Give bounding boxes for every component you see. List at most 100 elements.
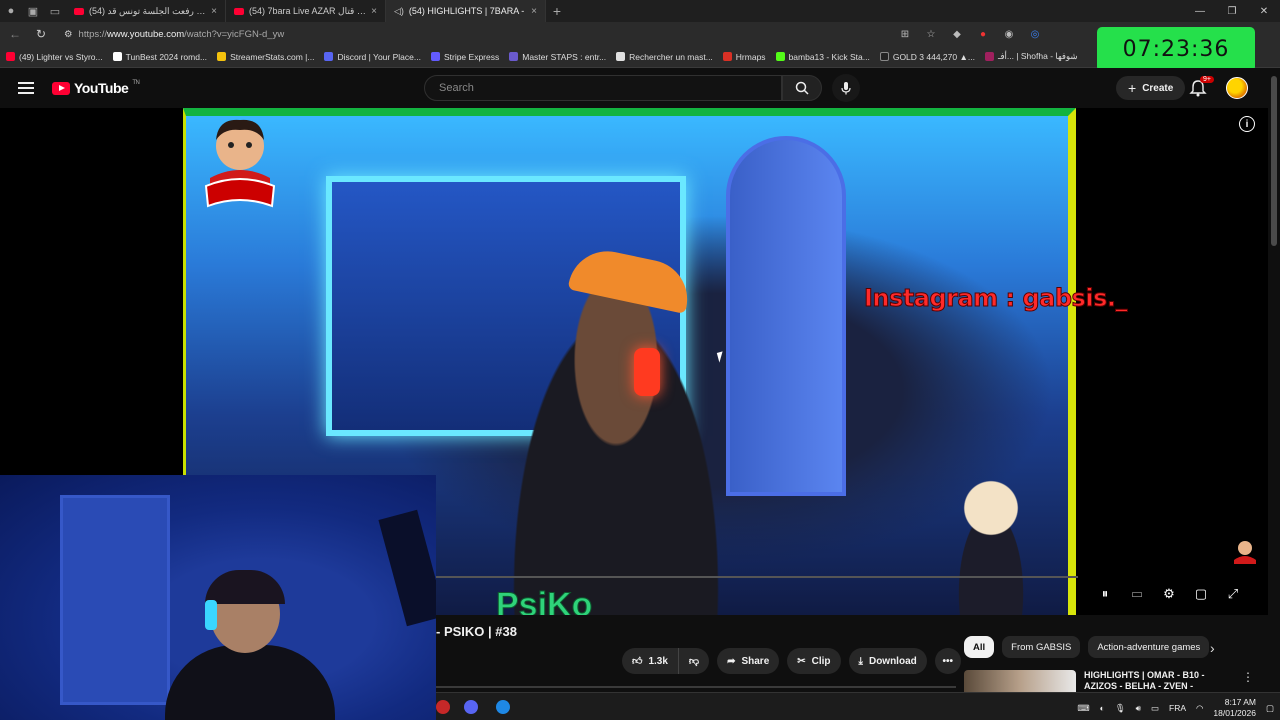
bookmark-item[interactable]: bamba13 - Kick Sta... (775, 52, 870, 62)
browser-tab-3-active[interactable]: ◁) (54) HIGHLIGHTS | 7BARA - × (386, 0, 546, 22)
microphone-icon (841, 82, 851, 95)
workspaces-icon[interactable]: ▣ (22, 0, 44, 22)
language-indicator[interactable]: FRA (1169, 703, 1186, 713)
recommended-video-item[interactable]: HIGHLIGHTS | OMAR - B10 - AZIZOS - BELHA… (964, 670, 1264, 692)
share-arrow-icon: ➦ (727, 655, 736, 667)
microphone-tray-icon[interactable]: 🎙︎ (1115, 703, 1126, 714)
bookmark-star-icon[interactable]: ☆ (922, 27, 940, 41)
dislike-button[interactable]: 👎︎ (678, 648, 710, 674)
browser-tab-1[interactable]: (54) برنامج رفعت الجلسة تونس قد... × (66, 0, 226, 22)
minimize-icon[interactable]: — (1184, 6, 1216, 17)
gabsis-logo-icon (204, 119, 276, 208)
volume-icon[interactable]: 🔊︎ (1136, 703, 1141, 714)
create-button[interactable]: + Create (1116, 76, 1186, 100)
bookmark-favicon-icon (722, 52, 732, 61)
extension-3-icon[interactable]: ◉ (1000, 27, 1018, 41)
channel-watermark-icon[interactable] (1230, 538, 1260, 564)
close-tab-icon[interactable]: × (371, 6, 377, 17)
clip-button[interactable]: ✂ Clip (787, 648, 841, 674)
page-scrollbar[interactable] (1268, 68, 1280, 692)
thumbs-up-icon: 👍︎ (632, 656, 643, 667)
profile-icon[interactable]: ● (0, 0, 22, 22)
close-tab-icon[interactable]: × (531, 6, 537, 17)
restore-icon[interactable]: ❐ (1216, 6, 1248, 17)
extension-2-icon[interactable]: ● (974, 27, 992, 41)
recommended-video-title[interactable]: HIGHLIGHTS | OMAR - B10 - AZIZOS - BELHA… (1084, 670, 1234, 692)
bookmark-item[interactable]: (49) Lighter vs Styro... (6, 52, 103, 62)
system-tray: ⌨ ◐ 🎙︎ 🔊︎ ▭ FRA ◠ 8:17 AM 18/01/2026 ▢ (1077, 697, 1274, 719)
reload-icon[interactable]: ↻ (32, 27, 50, 41)
bookmark-item[interactable]: GOLD 3 444,270 ▲... (879, 52, 975, 62)
close-window-icon[interactable]: ✕ (1248, 6, 1280, 17)
keyboard-icon[interactable]: ⌨ (1077, 703, 1089, 714)
share-button[interactable]: ➦ Share (717, 648, 780, 674)
bookmark-item[interactable]: TunBest 2024 romd... (112, 52, 207, 62)
taskbar-app-red-icon[interactable] (436, 700, 450, 714)
bookmark-item[interactable]: Rechercher un mast... (616, 52, 713, 62)
taskbar-app-discord-icon[interactable] (464, 700, 478, 714)
video-progress-bar[interactable] (436, 576, 1078, 578)
bookmark-item[interactable]: Stripe Express (430, 52, 499, 62)
close-tab-icon[interactable]: × (211, 6, 217, 17)
bookmark-favicon-icon (509, 52, 519, 61)
bookmark-favicon-icon (616, 52, 626, 61)
chip-action-adventure[interactable]: Action-adventure games (1088, 636, 1210, 658)
youtube-logo[interactable]: YouTube TN (52, 80, 140, 96)
webcam-background-door (60, 495, 170, 705)
install-app-icon[interactable]: ⊞ (896, 27, 914, 41)
os-taskbar: ⌨ ◐ 🎙︎ 🔊︎ ▭ FRA ◠ 8:17 AM 18/01/2026 ▢ (436, 692, 1280, 720)
theater-mode-icon[interactable]: ▢ (1192, 586, 1210, 602)
like-button[interactable]: 👍︎ 1.3k (622, 648, 679, 674)
info-icon[interactable]: i (1239, 116, 1255, 132)
taskbar-app-browser-icon[interactable] (496, 700, 510, 714)
youtube-favicon-icon (234, 7, 244, 15)
browser-tab-2[interactable]: (54) 7bara Live AZAR لقطات قتال... × (226, 0, 386, 22)
bookmark-item[interactable]: Hrmaps (722, 52, 766, 62)
account-avatar[interactable] (1226, 77, 1248, 99)
bookmark-favicon-icon (430, 52, 440, 61)
battery-icon[interactable]: ▭ (1151, 703, 1159, 714)
recommended-video-thumbnail[interactable] (964, 670, 1076, 692)
tab-actions-icon[interactable]: ▭ (44, 0, 66, 22)
more-actions-button[interactable]: ••• (934, 648, 961, 674)
subtitles-icon[interactable]: ▭ (1128, 586, 1146, 602)
stream-timer-overlay: 07:23:36 (1097, 27, 1255, 72)
more-vertical-icon[interactable]: ⋮ (1242, 670, 1254, 692)
notification-center-icon[interactable]: ▢ (1266, 703, 1274, 714)
bookmark-favicon-icon (217, 52, 227, 61)
scrollbar-thumb[interactable] (1271, 76, 1277, 246)
url-field[interactable]: ⚙ https://www.youtube.com/watch?v=yicFGN… (58, 25, 878, 43)
red-headphone-light (634, 348, 660, 396)
youtube-header: YouTube TN Search + Create 9+ (0, 68, 1280, 108)
extension-1-icon[interactable]: ◆ (948, 27, 966, 41)
autoplay-toggle-icon[interactable]: ⏸ (1096, 586, 1114, 602)
speaker-icon[interactable]: ◁) (394, 6, 404, 17)
chevron-right-icon[interactable]: › (1210, 640, 1215, 656)
chip-all[interactable]: All (964, 636, 995, 658)
chip-from-channel[interactable]: From GABSIS (1002, 636, 1081, 658)
settings-gear-icon[interactable]: ⚙ (1160, 586, 1178, 602)
bookmark-item[interactable]: Discord | Your Place... (324, 52, 421, 62)
new-tab-button[interactable]: + (546, 0, 568, 22)
back-icon[interactable]: ← (6, 27, 24, 41)
site-info-icon[interactable]: ⚙ (64, 29, 73, 40)
more-dots-icon: ••• (942, 655, 953, 667)
menu-icon[interactable] (18, 82, 34, 94)
webcam-person-hair (205, 570, 285, 604)
fullscreen-icon[interactable]: ⤢ (1224, 586, 1242, 602)
download-button[interactable]: ⤓ Download (848, 648, 927, 674)
extension-4-icon[interactable]: ◎ (1026, 27, 1044, 41)
clock-date[interactable]: 8:17 AM 18/01/2026 (1213, 697, 1256, 719)
voice-search-button[interactable] (832, 74, 860, 102)
bookmark-favicon-icon (324, 52, 334, 61)
search-button[interactable] (782, 75, 822, 101)
recommendation-chips: All From GABSIS Action-adventure games (964, 636, 1210, 658)
bookmark-item[interactable]: StreamerStats.com |... (217, 52, 314, 62)
bookmark-item[interactable]: أفـ... | Shofha - شوفها (984, 51, 1077, 62)
search-icon (795, 81, 809, 95)
wifi-icon[interactable]: ◠ (1196, 703, 1203, 714)
streamer-figure (486, 246, 746, 615)
bookmark-item[interactable]: Master STAPS : entr... (509, 52, 606, 62)
tray-app-icon[interactable]: ◐ (1100, 703, 1105, 713)
search-input[interactable]: Search (424, 75, 782, 101)
